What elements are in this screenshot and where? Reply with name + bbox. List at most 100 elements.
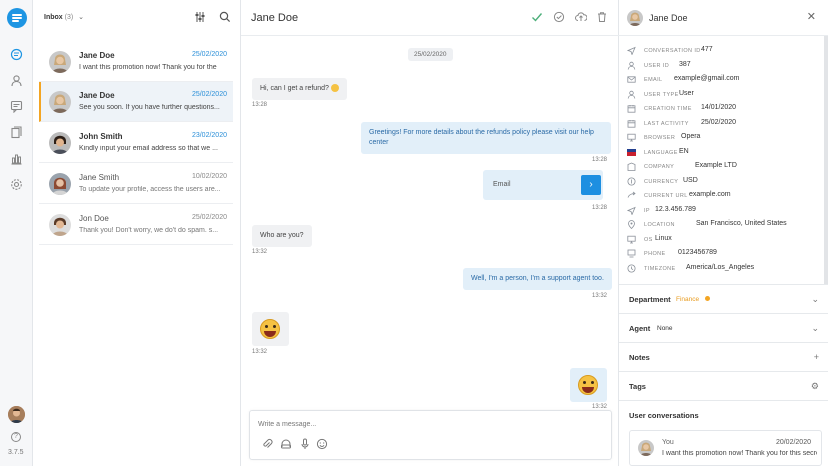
avatar [638,440,654,456]
detail-value: example.com [689,191,731,198]
help-icon[interactable]: ? [11,432,21,442]
detail-value: 25/02/2020 [701,118,737,126]
app-logo-icon[interactable] [7,8,27,28]
currency-icon [627,177,636,186]
message-preview: See you soon. If you have further questi… [79,104,220,111]
nav-rail: ? 3.7.5 [0,0,33,466]
detail-value: 477 [701,46,713,53]
detail-key: Browser [644,135,676,141]
message-time: 13:32 [592,293,608,299]
chat-title: Jane Doe [251,12,299,24]
user-conversation-item[interactable]: You 20/02/2020 I want this promotion now… [629,430,822,466]
detail-value: 14/01/2020 [701,104,737,111]
user-conversations-label: User conversations [629,411,699,420]
conversations-icon[interactable] [10,48,23,61]
filter-sliders-icon[interactable] [194,11,206,23]
department-color-dot [705,296,710,301]
avatar [627,10,643,26]
agent-section[interactable]: Agent None ⌄ [619,313,828,342]
monitor-icon [627,235,636,244]
search-icon[interactable] [219,11,231,23]
conversation-item[interactable]: John Smith 23/02/2020 Kindly input your … [39,123,233,163]
archive-circle-check-icon[interactable] [553,11,565,23]
details-panel: Jane Doe ✕ Conversation ID 477 User ID 387 E… [619,0,828,466]
close-icon[interactable]: ✕ [807,10,816,23]
detail-value: 0123456789 [678,249,717,256]
message-input[interactable]: Write a message... [258,421,316,428]
avatar [49,91,71,113]
detail-value: San Francisco, United States [696,220,787,227]
app-version: 3.7.5 [8,449,24,456]
calendar-icon [627,119,636,128]
chat-icon[interactable] [10,100,23,113]
detail-key: Email [644,77,663,83]
agent-avatar[interactable] [8,406,25,423]
detail-row: Currency USD [627,176,822,188]
message-preview: I want this promotion now! Thank you for… [662,450,817,457]
conversation-item[interactable]: Jon Doe 25/02/2020 Thank you! Don't worr… [39,205,233,245]
detail-row: Last activity 25/02/2020 [627,118,822,130]
detail-row: OS Linux [627,234,822,246]
inbox-filter-dropdown[interactable]: Inbox (3) ⌄ [44,13,84,21]
message-time: 13:32 [252,249,268,255]
agent-message: Greetings! For more details about the re… [361,122,611,154]
saved-replies-icon[interactable] [280,438,292,450]
add-note-plus-icon[interactable]: + [814,352,819,362]
chevron-right-icon: › [589,179,593,190]
detail-key: User ID [644,62,670,69]
inbox-count: (3) [64,14,74,21]
cloud-upload-icon[interactable] [575,11,587,23]
mail-icon [627,75,636,84]
message-text: Hi, can I get a refund? [260,85,329,92]
detail-key: Phone [644,251,666,257]
conversation-date: 25/02/2020 [191,51,227,58]
department-section[interactable]: Department Finance ⌄ [619,284,828,313]
conversation-date: 10/02/2020 [191,173,227,180]
laughing-emoji-icon [260,319,280,339]
conversation-author: You [662,439,674,446]
settings-gear-icon[interactable] [10,178,23,191]
detail-value: EN [679,147,689,155]
conversation-item[interactable]: Jane Doe 25/02/2020 I want this promotio… [39,42,233,82]
microphone-icon[interactable] [299,438,311,450]
users-icon[interactable] [10,74,23,87]
building-icon [627,162,636,171]
email-field[interactable]: Email [493,181,511,188]
detail-row: Browser Opera [627,132,822,144]
chat-panel: Jane Doe 25/02/2020 Hi, can I get a refu… [241,0,619,466]
details-scrollbar[interactable] [824,36,828,284]
detail-value: 387 [679,60,691,68]
message-composer[interactable]: Write a message... [249,410,612,460]
detail-value: Example LTD [695,162,737,169]
monitor-icon [627,133,636,142]
department-value: Finance [676,296,700,303]
send-icon [627,46,636,55]
submit-email-button[interactable]: › [581,175,601,195]
message-time: 13:28 [592,205,608,211]
link-icon [627,191,636,200]
chevron-down-icon: ⌄ [78,14,85,21]
chevron-down-icon[interactable]: ⌄ [811,323,819,334]
detail-key: Language [644,149,678,156]
conversation-date: 25/02/2020 [191,214,227,221]
notes-section[interactable]: Notes + [619,342,828,371]
conversation-item[interactable]: Jane Doe 25/02/2020 See you soon. If you… [39,82,233,122]
department-label: Department [629,295,671,304]
detail-key: Current URL [644,193,688,199]
message-time: 13:28 [252,102,268,108]
phone-icon [627,249,636,258]
chevron-down-icon[interactable]: ⌄ [811,294,819,305]
trash-icon[interactable] [596,11,608,23]
emoji-picker-icon[interactable] [316,438,328,450]
detail-value: America/Los_Angeles [686,263,755,271]
email-form: Email › [483,170,603,200]
reports-icon[interactable] [10,152,23,165]
tags-settings-icon[interactable]: ⚙ [811,381,819,392]
articles-icon[interactable] [10,126,23,139]
detail-key: Conversation ID [644,48,701,54]
tags-section[interactable]: Tags ⚙ [619,371,828,400]
conversation-item[interactable]: Jane Smith 10/02/2020 To update your pro… [39,164,233,204]
conversation-date: 23/02/2020 [191,132,227,139]
attachment-icon[interactable] [261,438,273,450]
check-icon[interactable] [531,11,543,23]
